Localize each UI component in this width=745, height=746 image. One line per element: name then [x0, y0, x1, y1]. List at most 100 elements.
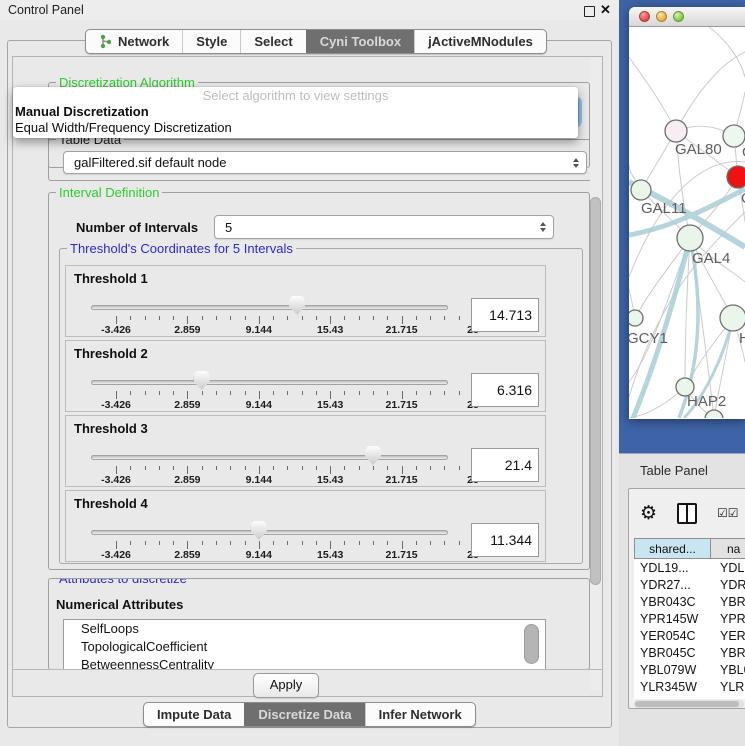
network-node-label: H [739, 330, 745, 347]
numerical-attributes-list[interactable]: SelfLoopsTopologicalCoefficientBetweenne… [63, 619, 546, 670]
tab-network[interactable]: Network [86, 30, 182, 53]
gear-icon[interactable]: ⚙ [640, 504, 657, 523]
slider-thumb[interactable] [251, 521, 267, 540]
tab-cyni-toolbox[interactable]: Cyni Toolbox [306, 30, 414, 53]
tab-impute-data[interactable]: Impute Data [144, 703, 244, 726]
dropdown-item-manual-discretization[interactable]: Manual Discretization [13, 104, 578, 120]
tab-infer-network[interactable]: Infer Network [365, 703, 475, 726]
network-node[interactable] [629, 310, 643, 326]
threshold-value-field[interactable]: 21.4 [471, 448, 539, 482]
slider-track[interactable] [91, 455, 448, 460]
slider-tick-labels: -3.4262.8599.14415.4321.71528 [116, 549, 473, 561]
control-panel-titlebar: Control Panel ✕ [0, 0, 619, 20]
table-row[interactable]: YIL052CYIL0 [634, 695, 745, 699]
network-node[interactable] [705, 410, 723, 418]
attribute-item[interactable]: BetweennessCentrality [64, 656, 545, 670]
table-data-value: galFiltered.sif default node [74, 155, 226, 170]
table-header-row: shared... na [634, 538, 745, 559]
network-canvas[interactable]: GAL80GACGAL11GAL4GCY1HHAP2 [629, 27, 745, 418]
tab-select[interactable]: Select [240, 30, 305, 53]
network-window-titlebar[interactable] [629, 7, 745, 27]
table-row[interactable]: YDL19...YDL1 [634, 559, 745, 576]
table-cell[interactable]: YBR0 [711, 646, 745, 660]
threshold-4-slider[interactable]: -3.4262.8599.14415.4321.71528 [91, 491, 448, 563]
slider-thumb[interactable] [194, 371, 210, 390]
table-cell[interactable]: YDL1 [711, 561, 745, 575]
group-title: Threshold's Coordinates for 5 Intervals [67, 241, 296, 256]
select-columns-icon[interactable]: ☑☑ [717, 506, 739, 520]
table-cell[interactable]: YDL19... [634, 561, 711, 575]
network-node[interactable] [665, 120, 687, 142]
table-row[interactable]: YDR27...YDR2 [634, 576, 745, 593]
slider-track[interactable] [91, 530, 448, 535]
table-cell[interactable]: YBR0 [711, 595, 745, 609]
threshold-value-field[interactable]: 6.316 [471, 373, 539, 407]
table-cell[interactable]: YBL0 [711, 663, 745, 677]
tab-label: Style [196, 34, 227, 49]
float-window-icon[interactable] [584, 6, 595, 17]
network-node[interactable] [677, 225, 703, 251]
table-hscrollbar[interactable] [634, 700, 744, 708]
table-cell[interactable]: YBR045C [634, 646, 711, 660]
tab-style[interactable]: Style [182, 30, 240, 53]
tab-label: Infer Network [379, 707, 462, 722]
network-view-window[interactable]: GAL80GACGAL11GAL4GCY1HHAP2 [629, 7, 745, 419]
slider-track[interactable] [91, 305, 448, 310]
table-cell[interactable]: YER054C [634, 629, 711, 643]
close-traffic-light-icon[interactable] [639, 11, 650, 22]
table-row[interactable]: YLR345WYLR3 [634, 678, 745, 695]
zoom-traffic-light-icon[interactable] [673, 11, 684, 22]
slider-thumb[interactable] [289, 296, 305, 315]
threshold-2-slider[interactable]: -3.4262.8599.14415.4321.71528 [91, 341, 448, 413]
tab-label: Discretize Data [258, 707, 351, 722]
table-cell[interactable]: YER0 [711, 629, 745, 643]
table-data-combobox[interactable]: galFiltered.sif default node [63, 151, 587, 174]
number-of-intervals-combobox[interactable]: 5 [214, 215, 554, 239]
threshold-value-field[interactable]: 11.344 [471, 523, 539, 557]
dropdown-item-equal-width[interactable]: Equal Width/Frequency Discretization [13, 120, 578, 136]
table-cell[interactable]: YPR1 [711, 612, 745, 626]
column-header-name[interactable]: na [711, 538, 745, 559]
list-scrollbar[interactable] [524, 624, 539, 664]
network-edges [629, 27, 745, 418]
attribute-item[interactable]: TopologicalCoefficient [64, 638, 545, 656]
apply-button[interactable]: Apply [253, 673, 319, 698]
table-cell[interactable]: YLR3 [711, 680, 745, 694]
table-cell[interactable]: YBL079W [634, 663, 711, 677]
table-cell[interactable]: YIL0 [711, 697, 745, 700]
table-cell[interactable]: YDR27... [634, 578, 711, 592]
tab-discretize-data[interactable]: Discretize Data [244, 703, 364, 726]
table-row[interactable]: YPR145WYPR1 [634, 610, 745, 627]
close-icon[interactable]: ✕ [600, 2, 611, 18]
network-node[interactable] [727, 166, 745, 188]
slider-thumb[interactable] [365, 446, 381, 465]
network-node[interactable] [720, 305, 745, 331]
split-columns-icon[interactable] [677, 503, 697, 524]
number-of-intervals-label: Number of Intervals [76, 220, 198, 235]
node-table-body: YDL19...YDL1YDR27...YDR2YBR043CYBR0YPR14… [634, 559, 745, 699]
table-panel: Table Panel ⚙ ☑☑ shared... na YDL19...YD… [619, 453, 745, 746]
table-cell[interactable]: YIL052C [634, 697, 711, 700]
table-row[interactable]: YBR045CYBR0 [634, 644, 745, 661]
network-node[interactable] [631, 180, 651, 200]
viewport-divider [12, 669, 603, 670]
table-cell[interactable]: YPR145W [634, 612, 711, 626]
table-row[interactable]: YER054CYER0 [634, 627, 745, 644]
threshold-value-field[interactable]: 14.713 [471, 298, 539, 332]
table-cell[interactable]: YDR2 [711, 578, 745, 592]
table-hscrollbar-thumb[interactable] [635, 701, 739, 707]
panel-scrollbar-thumb[interactable] [590, 197, 601, 585]
threshold-3-slider[interactable]: -3.4262.8599.14415.4321.71528 [91, 416, 448, 488]
column-header-shared-name[interactable]: shared... [634, 538, 711, 559]
threshold-1-slider[interactable]: -3.4262.8599.14415.4321.71528 [91, 266, 448, 338]
attribute-item[interactable]: SelfLoops [64, 620, 545, 638]
slider-track[interactable] [91, 380, 448, 385]
tab-jactivemnodules[interactable]: jActiveMNodules [414, 30, 546, 53]
table-cell[interactable]: YLR345W [634, 680, 711, 694]
minimize-traffic-light-icon[interactable] [656, 11, 667, 22]
slider-ticks [116, 466, 473, 474]
dropdown-prompt: Select algorithm to view settings [13, 87, 578, 104]
table-row[interactable]: YBR043CYBR0 [634, 593, 745, 610]
table-cell[interactable]: YBR043C [634, 595, 711, 609]
table-row[interactable]: YBL079WYBL0 [634, 661, 745, 678]
